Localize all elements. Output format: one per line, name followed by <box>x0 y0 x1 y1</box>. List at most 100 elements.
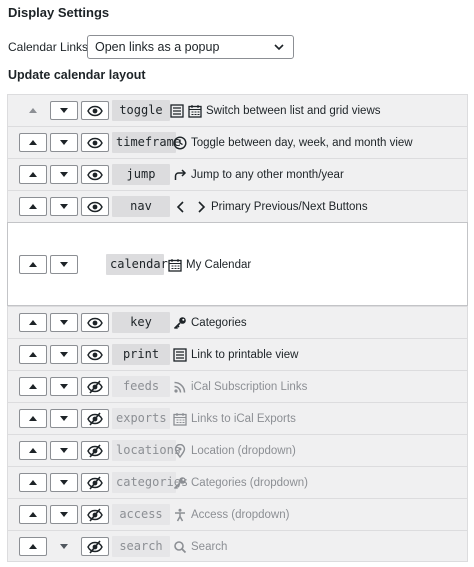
layout-heading: Update calendar layout <box>8 68 146 82</box>
arrow-up-icon <box>29 416 37 421</box>
row-code: access <box>112 504 170 525</box>
move-up-button[interactable] <box>19 441 47 460</box>
move-up-button[interactable] <box>19 505 47 524</box>
arrow-down-icon <box>60 480 68 485</box>
row-description: Link to printable view <box>173 339 298 371</box>
arrow-down-icon <box>60 416 68 421</box>
layout-row-nav: nav Primary Previous/Next Buttons <box>7 190 468 222</box>
toggle-visibility-button[interactable] <box>81 165 109 184</box>
row-code: feeds <box>112 376 170 397</box>
row-description: Links to iCal Exports <box>173 403 296 435</box>
move-up-button[interactable] <box>19 133 47 152</box>
toggle-visibility-button[interactable] <box>81 441 109 460</box>
accessibility-icon <box>173 508 187 522</box>
key-icon <box>173 316 187 330</box>
row-code: categories <box>112 472 188 493</box>
arrow-down-icon <box>60 262 68 267</box>
calendar-links-select[interactable]: Open links as a popup <box>87 35 294 59</box>
toggle-visibility-button[interactable] <box>81 101 109 120</box>
location-pin-icon <box>173 444 187 458</box>
move-down-button[interactable] <box>50 473 78 492</box>
move-up-button[interactable] <box>19 377 47 396</box>
eye-icon <box>87 169 103 181</box>
move-up-button[interactable] <box>19 313 47 332</box>
eye-icon <box>87 201 103 213</box>
eye-slash-icon <box>87 411 103 426</box>
layout-row-calendar: calendar My Calendar <box>7 222 468 306</box>
row-description-text: Jump to any other month/year <box>191 169 344 181</box>
row-code: locations <box>112 440 181 461</box>
move-down-button[interactable] <box>50 537 78 556</box>
move-up-button[interactable] <box>19 165 47 184</box>
layout-row-jump: jump Jump to any other month/year <box>7 158 468 190</box>
row-description-text: Categories <box>191 317 247 329</box>
arrow-down-icon <box>60 172 68 177</box>
move-down-button[interactable] <box>50 133 78 152</box>
move-up-button[interactable] <box>19 101 47 120</box>
arrow-up-icon <box>29 262 37 267</box>
toggle-visibility-button[interactable] <box>81 473 109 492</box>
arrow-down-icon <box>60 448 68 453</box>
layout-row-toggle: toggle Switch between list and grid view… <box>7 94 468 126</box>
toggle-visibility-button[interactable] <box>81 345 109 364</box>
redo-arrow-icon <box>173 168 187 182</box>
move-down-button[interactable] <box>50 409 78 428</box>
move-up-button[interactable] <box>19 345 47 364</box>
layout-row-categories: categories Categories (dropdown) <box>7 466 468 498</box>
move-up-button[interactable] <box>19 537 47 556</box>
arrow-down-icon <box>60 320 68 325</box>
rss-icon <box>173 380 187 394</box>
move-up-button[interactable] <box>19 197 47 216</box>
move-down-button[interactable] <box>50 377 78 396</box>
arrow-down-icon <box>60 108 68 113</box>
row-description-text: Search <box>191 541 228 553</box>
row-description-text: iCal Subscription Links <box>191 381 308 393</box>
eye-icon <box>87 137 103 149</box>
toggle-visibility-button[interactable] <box>81 197 109 216</box>
row-description-text: My Calendar <box>186 259 252 271</box>
move-down-button[interactable] <box>50 345 78 364</box>
move-up-button[interactable] <box>19 255 47 274</box>
row-description: Jump to any other month/year <box>173 159 344 191</box>
row-description: My Calendar <box>168 249 251 281</box>
toggle-visibility-button[interactable] <box>81 505 109 524</box>
move-down-button[interactable] <box>50 441 78 460</box>
toggle-visibility-button[interactable] <box>81 377 109 396</box>
row-description-text: Link to printable view <box>191 349 299 361</box>
calendar-icon <box>173 412 187 426</box>
toggle-visibility-button[interactable] <box>81 133 109 152</box>
clock-icon <box>173 136 187 150</box>
arrow-up-icon <box>29 512 37 517</box>
move-down-button[interactable] <box>50 313 78 332</box>
move-down-button[interactable] <box>50 197 78 216</box>
eye-icon <box>87 317 103 329</box>
row-description-text: Links to iCal Exports <box>191 413 296 425</box>
toggle-visibility-button[interactable] <box>81 409 109 428</box>
eye-slash-icon <box>87 475 103 490</box>
row-description-text: Toggle between day, week, and month view <box>191 137 413 149</box>
move-down-button[interactable] <box>50 505 78 524</box>
arrow-down-icon <box>60 204 68 209</box>
layout-row-key: key Categories <box>7 306 468 338</box>
move-up-button[interactable] <box>19 473 47 492</box>
calendar-links-value: Open links as a popup <box>95 40 220 54</box>
row-description: Location (dropdown) <box>173 435 296 467</box>
arrow-up-icon <box>29 172 37 177</box>
move-down-button[interactable] <box>50 255 78 274</box>
move-up-button[interactable] <box>19 409 47 428</box>
row-description: iCal Subscription Links <box>173 371 307 403</box>
toggle-visibility-button[interactable] <box>81 313 109 332</box>
move-down-button[interactable] <box>50 165 78 184</box>
arrow-down-icon <box>60 544 68 549</box>
arrow-up-icon <box>29 352 37 357</box>
arrow-down-icon <box>60 384 68 389</box>
row-code: calendar <box>106 254 168 275</box>
row-description: Search <box>173 531 227 563</box>
row-description: Categories (dropdown) <box>173 467 308 499</box>
display-settings-heading: Display Settings <box>8 5 110 20</box>
chevron-left-icon <box>175 200 187 214</box>
arrow-up-icon <box>29 140 37 145</box>
layout-row-print: print Link to printable view <box>7 338 468 370</box>
move-down-button[interactable] <box>50 101 78 120</box>
toggle-visibility-button[interactable] <box>81 537 109 556</box>
